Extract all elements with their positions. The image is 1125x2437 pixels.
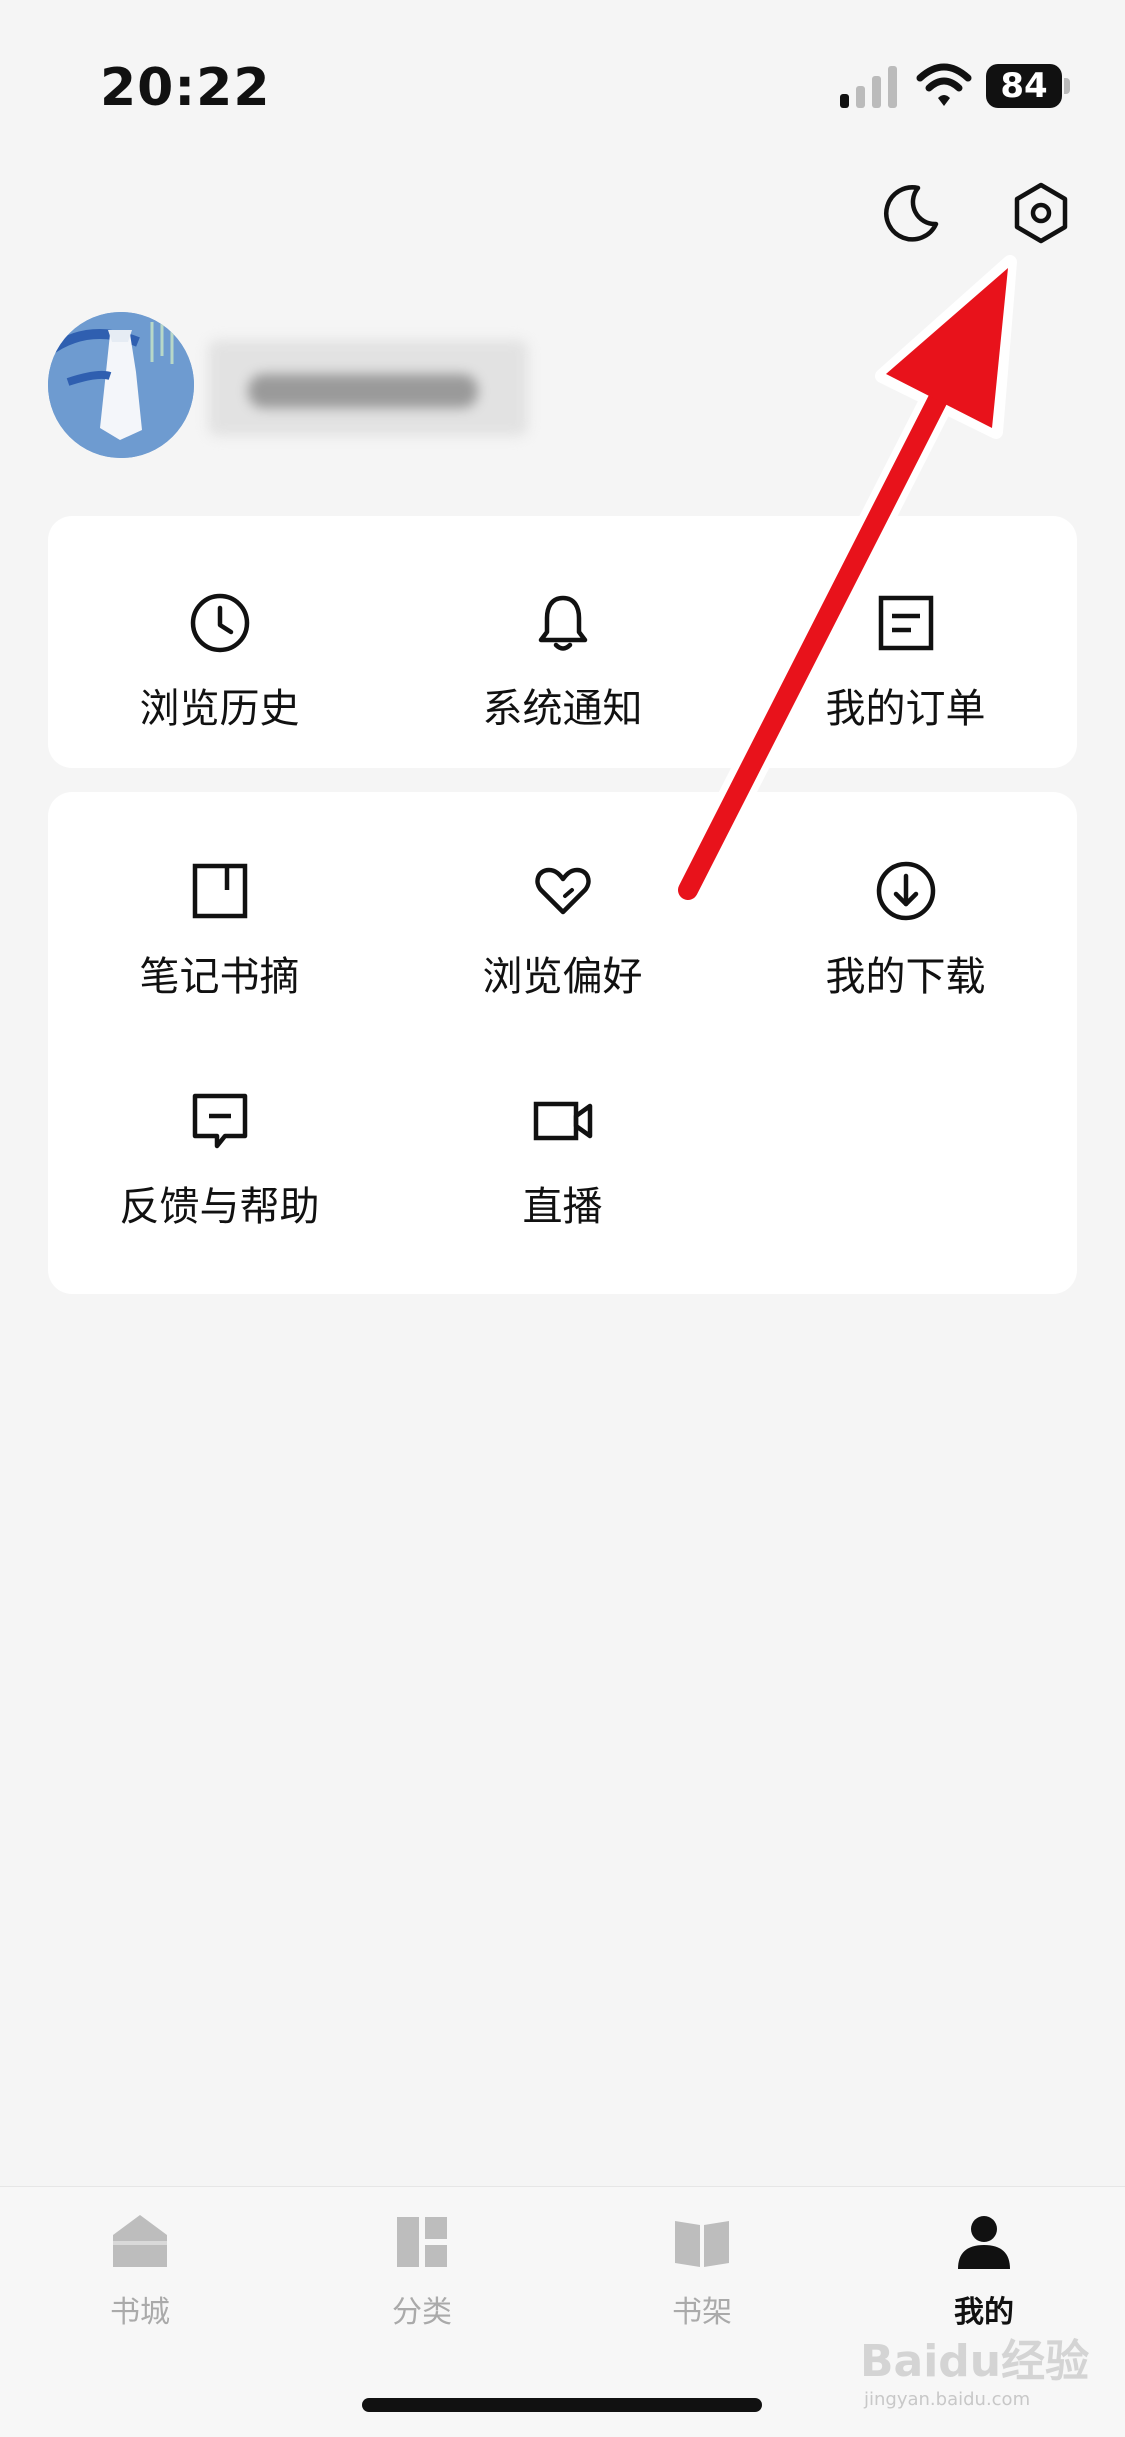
gear-icon[interactable] [1008, 180, 1074, 246]
notes-label: 笔记书摘 [139, 954, 300, 1000]
browse-history-label: 浏览历史 [139, 686, 300, 732]
tab-bookshelf-label: 书架 [672, 2295, 732, 2330]
battery-indicator: 84 [986, 64, 1062, 108]
tab-category-label: 分类 [392, 2295, 452, 2330]
battery-tip [1064, 78, 1070, 94]
live-label: 直播 [522, 1184, 603, 1230]
tab-bookstore-label: 书城 [110, 2295, 170, 2330]
category-icon [397, 2217, 447, 2267]
live-item[interactable]: 直播 [391, 1054, 734, 1234]
more-actions-card: 笔记书摘 浏览偏好 我的下载 反馈与帮助 直播 [48, 792, 1077, 1294]
my-orders-item[interactable]: 我的订单 [734, 556, 1077, 736]
download-icon [876, 861, 935, 921]
person-icon [958, 2216, 1010, 2269]
order-icon [878, 595, 933, 651]
username-blurred [208, 340, 528, 436]
heart-icon [534, 867, 591, 915]
downloads-label: 我的下载 [825, 954, 986, 1000]
status-bar: 20:22 84 [0, 0, 1125, 130]
watermark: Baidu经验 jingyan.baidu.com [860, 2325, 1100, 2415]
bookmark-icon [192, 863, 247, 919]
cellular-signal-icon [840, 66, 897, 108]
profile-header[interactable] [48, 312, 648, 458]
feedback-icon [192, 1093, 247, 1149]
avatar[interactable] [48, 312, 194, 458]
notes-item[interactable]: 笔记书摘 [48, 824, 391, 1004]
status-time: 20:22 [100, 58, 271, 118]
tab-category[interactable]: 分类 [332, 2211, 512, 2351]
clock-icon [190, 593, 249, 653]
moon-icon[interactable] [878, 180, 944, 246]
feedback-label: 反馈与帮助 [119, 1184, 320, 1230]
battery-level: 84 [1000, 66, 1048, 106]
browse-history-item[interactable]: 浏览历史 [48, 556, 391, 736]
bell-icon [538, 595, 587, 651]
avatar-image [48, 312, 194, 458]
my-orders-label: 我的订单 [825, 686, 986, 732]
tab-bookshelf[interactable]: 书架 [612, 2211, 792, 2351]
downloads-item[interactable]: 我的下载 [734, 824, 1077, 1004]
wifi-icon [916, 63, 972, 106]
quick-actions-card: 浏览历史 系统通知 我的订单 [48, 516, 1077, 768]
preference-label: 浏览偏好 [482, 954, 643, 1000]
watermark-main: Baidu经验 [860, 2336, 1090, 2387]
system-notice-label: 系统通知 [482, 686, 643, 732]
book-icon [675, 2221, 729, 2267]
video-icon [533, 1101, 592, 1141]
feedback-item[interactable]: 反馈与帮助 [48, 1054, 391, 1234]
system-notice-item[interactable]: 系统通知 [391, 556, 734, 736]
preference-item[interactable]: 浏览偏好 [391, 824, 734, 1004]
home-icon [113, 2215, 167, 2267]
tab-bookstore[interactable]: 书城 [50, 2211, 230, 2351]
watermark-sub: jingyan.baidu.com [864, 2389, 1031, 2410]
home-indicator[interactable] [362, 2398, 762, 2412]
